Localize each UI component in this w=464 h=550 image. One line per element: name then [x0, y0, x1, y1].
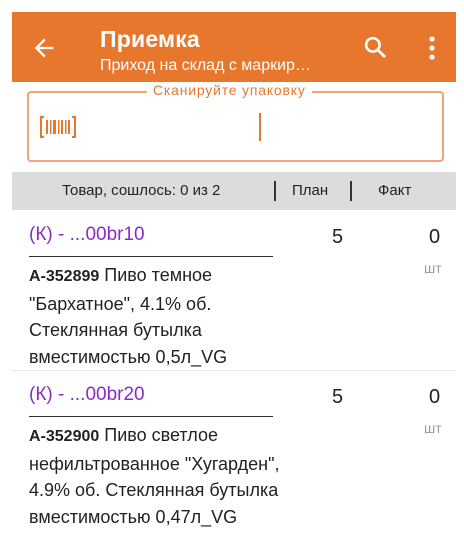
list-item[interactable]: (К) - ...00br10 А-352899 Пиво темное "Ба…	[12, 224, 456, 367]
text-cursor	[259, 113, 261, 141]
item-code-link[interactable]: (К) - ...00br20	[29, 384, 145, 406]
column-divider	[274, 181, 276, 201]
item-article: А-352900	[29, 428, 100, 445]
page-title: Приемка	[100, 26, 200, 52]
item-article: А-352899	[29, 268, 100, 285]
item-code-link[interactable]: (К) - ...00br10	[29, 224, 145, 246]
list-item[interactable]: (К) - ...00br20 А-352900 Пиво светлое не…	[12, 384, 456, 550]
code-underline	[29, 416, 273, 417]
item-fact-qty: 0	[429, 386, 441, 408]
scan-package-input[interactable]: Сканируйте упаковку	[27, 82, 444, 162]
column-plan: План	[292, 182, 329, 199]
column-header: Товар, сошлось: 0 из 2 План Факт	[12, 172, 456, 210]
divider	[12, 370, 456, 371]
back-arrow-icon[interactable]	[30, 34, 58, 62]
search-icon[interactable]	[362, 34, 388, 60]
item-plan-qty: 5	[332, 386, 344, 408]
item-description: А-352900 Пиво светлое нефильтрованное "Х…	[29, 422, 289, 530]
scan-input-label: Сканируйте упаковку	[147, 82, 312, 98]
column-fact: Факт	[378, 182, 412, 199]
item-unit: шт	[424, 420, 442, 436]
column-divider	[350, 181, 352, 201]
more-vert-icon[interactable]	[426, 34, 438, 62]
item-fact-qty: 0	[429, 226, 441, 248]
item-unit: шт	[424, 260, 442, 276]
item-description: А-352899 Пиво темное "Бархатное", 4.1% о…	[29, 262, 289, 370]
code-underline	[29, 256, 273, 257]
item-plan-qty: 5	[332, 226, 344, 248]
app-bar: Приемка Приход на склад с маркир…	[12, 12, 456, 82]
page-subtitle: Приход на склад с маркир…	[100, 57, 311, 74]
barcode-icon[interactable]	[40, 115, 76, 139]
column-goods: Товар, сошлось: 0 из 2	[62, 182, 221, 199]
